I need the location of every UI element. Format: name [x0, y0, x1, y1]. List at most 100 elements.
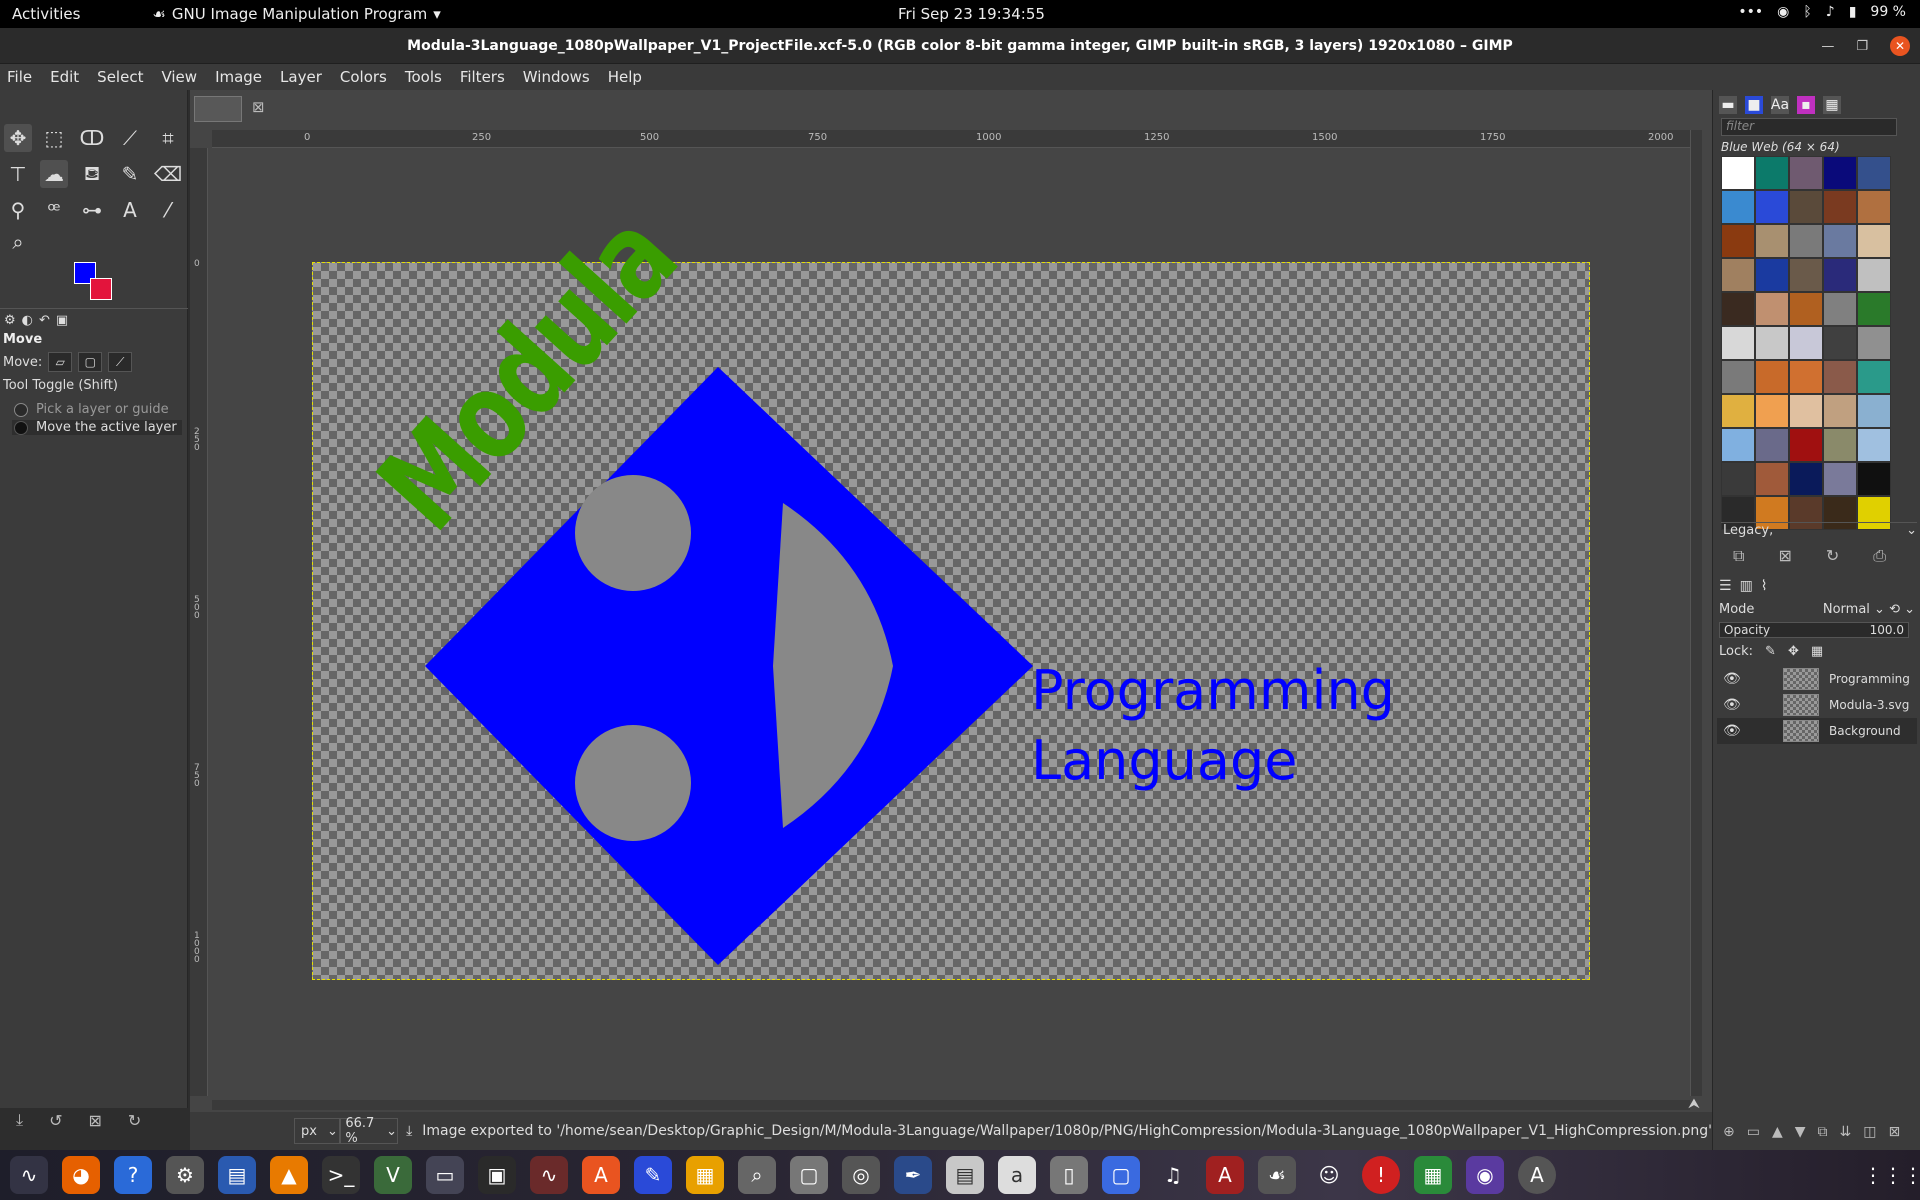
move-selection-icon[interactable]: ▢: [78, 352, 103, 372]
horizontal-scrollbar[interactable]: [212, 1100, 1690, 1110]
save-options-icon[interactable]: ⤓: [16, 1110, 23, 1130]
calc-sheet-icon[interactable]: ▦: [1414, 1156, 1452, 1194]
image-viewer-icon[interactable]: ⌕: [738, 1156, 776, 1194]
activities-button[interactable]: Activities: [0, 5, 92, 23]
patterns-tab-icon[interactable]: ■: [1745, 96, 1763, 114]
app-menu[interactable]: ☙ GNU Image Manipulation Program ▾: [152, 5, 440, 23]
menu-windows[interactable]: Windows: [514, 68, 599, 86]
vertical-scrollbar[interactable]: [1690, 130, 1702, 1096]
maximize-icon[interactable]: ❐: [1856, 39, 1868, 54]
tag-select[interactable]: Legacy, ⌄: [1721, 522, 1917, 542]
files-icon[interactable]: ▢: [790, 1156, 828, 1194]
delete-options-icon[interactable]: ⊠: [88, 1111, 101, 1130]
color-picker-icon[interactable]: ⁄: [154, 196, 182, 224]
pattern-swatch[interactable]: [1789, 224, 1823, 258]
merge-layer-icon[interactable]: ⇊: [1840, 1124, 1852, 1140]
radio-pick-layer[interactable]: Pick a layer or guide: [14, 402, 169, 417]
pattern-swatch[interactable]: [1823, 258, 1857, 292]
pattern-swatch[interactable]: [1857, 156, 1891, 190]
background-color[interactable]: [90, 278, 112, 300]
fuzzy-select-icon[interactable]: ⟋: [116, 124, 144, 152]
menu-image[interactable]: Image: [206, 68, 271, 86]
pattern-swatch[interactable]: [1721, 428, 1755, 462]
pattern-swatch[interactable]: [1857, 394, 1891, 428]
calculator-icon[interactable]: ▦: [686, 1156, 724, 1194]
clock[interactable]: Fri Sep 23 19:34:55: [898, 5, 1045, 23]
open-pattern-icon[interactable]: ⎙: [1873, 546, 1886, 566]
pattern-swatch[interactable]: [1755, 258, 1789, 292]
pattern-swatch[interactable]: [1755, 190, 1789, 224]
pattern-swatch[interactable]: [1755, 224, 1789, 258]
device-status-tab-icon[interactable]: ◐: [22, 313, 33, 328]
close-icon[interactable]: ✕: [1890, 36, 1910, 56]
more-icon[interactable]: •••: [1738, 4, 1763, 20]
move-tool-icon[interactable]: ✥: [4, 124, 32, 152]
app-grid-icon[interactable]: ⋮⋮⋮: [1863, 1156, 1920, 1194]
screenshot-icon[interactable]: ▢: [1102, 1156, 1140, 1194]
reset-options-icon[interactable]: ↻: [128, 1111, 141, 1130]
pattern-swatch[interactable]: [1857, 258, 1891, 292]
rect-select-icon[interactable]: ⬚: [40, 124, 68, 152]
clone-icon[interactable]: ⚲: [4, 196, 32, 224]
pattern-swatch[interactable]: [1721, 156, 1755, 190]
game-icon[interactable]: ☺: [1310, 1156, 1348, 1194]
pattern-swatch[interactable]: [1857, 326, 1891, 360]
menu-select[interactable]: Select: [88, 68, 152, 86]
menu-view[interactable]: View: [152, 68, 206, 86]
new-layer-icon[interactable]: ⊕: [1723, 1124, 1735, 1140]
menu-colors[interactable]: Colors: [331, 68, 396, 86]
lasso-icon[interactable]: ↀ: [78, 124, 106, 152]
paintbrush-icon[interactable]: ✎: [116, 160, 144, 188]
menu-edit[interactable]: Edit: [41, 68, 88, 86]
pattern-swatch[interactable]: [1823, 190, 1857, 224]
image-tab-thumbnail[interactable]: [194, 96, 242, 122]
text-tool-icon[interactable]: A: [116, 196, 144, 224]
scanner-icon[interactable]: ▤: [946, 1156, 984, 1194]
gradients-tab-icon[interactable]: ▪: [1797, 96, 1815, 114]
undo-history-tab-icon[interactable]: ↶: [39, 313, 50, 328]
mask-icon[interactable]: ◫: [1863, 1124, 1876, 1140]
pattern-swatch[interactable]: [1823, 394, 1857, 428]
tool-options-tab-icon[interactable]: ⚙: [4, 313, 16, 328]
pattern-swatch[interactable]: [1755, 292, 1789, 326]
smudge-icon[interactable]: ꟹ: [40, 196, 68, 224]
pattern-swatch[interactable]: [1789, 258, 1823, 292]
pattern-swatch[interactable]: [1789, 428, 1823, 462]
software-icon[interactable]: A: [582, 1156, 620, 1194]
lower-layer-icon[interactable]: ▼: [1795, 1124, 1806, 1140]
pattern-swatch[interactable]: [1823, 462, 1857, 496]
settings-icon[interactable]: ⚙: [166, 1156, 204, 1194]
pattern-swatch[interactable]: [1755, 156, 1789, 190]
pattern-swatch[interactable]: [1721, 394, 1755, 428]
paths-icon[interactable]: ⊶: [78, 196, 106, 224]
firefox-icon[interactable]: ◕: [62, 1156, 100, 1194]
zoom-icon[interactable]: ⌕: [4, 228, 32, 256]
horizontal-ruler[interactable]: 0 250 500 750 1000 1250 1500 1750 2000: [212, 130, 1690, 148]
pattern-swatch[interactable]: [1755, 326, 1789, 360]
error-icon[interactable]: !: [1362, 1156, 1400, 1194]
pattern-swatch[interactable]: [1721, 190, 1755, 224]
fonts-icon[interactable]: a: [998, 1156, 1036, 1194]
vlc-icon[interactable]: ▲: [270, 1156, 308, 1194]
pattern-swatch[interactable]: [1857, 292, 1891, 326]
menu-filters[interactable]: Filters: [451, 68, 514, 86]
mode-select[interactable]: Normal ⌄ ⟲ ⌄: [1823, 602, 1915, 617]
menu-help[interactable]: Help: [599, 68, 651, 86]
lock-position-icon[interactable]: ✥: [1788, 644, 1799, 659]
app-store-icon[interactable]: A: [1518, 1156, 1556, 1194]
pattern-swatch[interactable]: [1721, 360, 1755, 394]
eye-icon[interactable]: 👁: [1723, 671, 1745, 687]
radio-move-active-layer[interactable]: Move the active layer: [12, 420, 182, 435]
pattern-swatch[interactable]: [1823, 224, 1857, 258]
audio-icon[interactable]: ∿: [530, 1156, 568, 1194]
pattern-swatch[interactable]: [1789, 292, 1823, 326]
pattern-swatch[interactable]: [1823, 292, 1857, 326]
pattern-swatch[interactable]: [1857, 428, 1891, 462]
pattern-filter-input[interactable]: filter: [1721, 118, 1897, 136]
menu-layer[interactable]: Layer: [271, 68, 331, 86]
delete-layer-icon[interactable]: ⊠: [1889, 1124, 1901, 1140]
move-layer-icon[interactable]: ▱: [48, 352, 73, 372]
menu-tools[interactable]: Tools: [396, 68, 451, 86]
duplicate-pattern-icon[interactable]: ⧉: [1733, 546, 1744, 566]
pattern-swatch[interactable]: [1857, 360, 1891, 394]
